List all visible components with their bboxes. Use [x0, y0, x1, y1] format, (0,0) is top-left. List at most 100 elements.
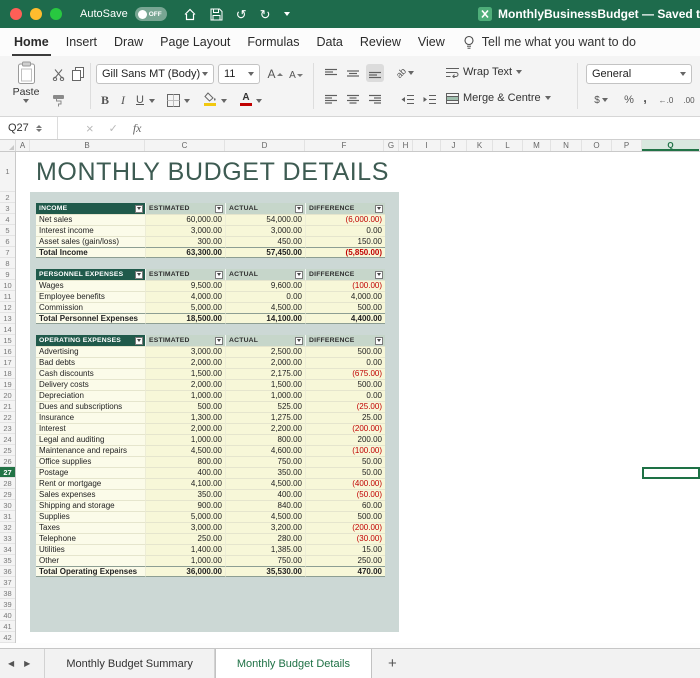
row-header-30[interactable]: 30	[0, 500, 15, 511]
row-header-36[interactable]: 36	[0, 566, 15, 577]
cell-value[interactable]: 400.00	[225, 489, 305, 500]
cell-value[interactable]: 4,000.00	[305, 291, 385, 302]
row-header-24[interactable]: 24	[0, 434, 15, 445]
cell-value[interactable]: 2,000.00	[145, 423, 225, 434]
redo-icon[interactable]: ↻	[260, 8, 271, 21]
toolbar-chevron-icon[interactable]	[283, 12, 290, 16]
cell-value[interactable]: 1,000.00	[225, 390, 305, 401]
cell-value[interactable]: 57,450.00	[225, 247, 305, 258]
cell-value[interactable]: 350.00	[225, 467, 305, 478]
cell-value[interactable]: (200.00)	[305, 423, 385, 434]
merge-centre-button[interactable]: Merge & Centre	[446, 92, 551, 104]
align-top-button[interactable]	[322, 64, 340, 82]
column-header-K[interactable]: K	[467, 140, 493, 151]
row-header-33[interactable]: 33	[0, 533, 15, 544]
column-header-P[interactable]: P	[612, 140, 642, 151]
filter-dropdown-icon[interactable]	[295, 204, 303, 213]
ribbon-tab-view[interactable]: View	[416, 28, 447, 56]
column-header-B[interactable]: B	[30, 140, 145, 151]
column-header-N[interactable]: N	[551, 140, 582, 151]
cell-value[interactable]: (50.00)	[305, 489, 385, 500]
filter-dropdown-icon[interactable]	[135, 204, 143, 213]
column-header-D[interactable]: D	[225, 140, 305, 151]
column-header-G[interactable]: G	[384, 140, 399, 151]
row-header-21[interactable]: 21	[0, 401, 15, 412]
row-header-10[interactable]: 10	[0, 280, 15, 291]
row-header-23[interactable]: 23	[0, 423, 15, 434]
cell-value[interactable]: 500.00	[305, 379, 385, 390]
cell-label[interactable]: Interest	[36, 423, 145, 434]
decrease-indent-button[interactable]	[398, 90, 416, 108]
filter-dropdown-icon[interactable]	[295, 336, 303, 345]
minimize-window-button[interactable]	[30, 8, 42, 20]
cell-value[interactable]: 60.00	[305, 500, 385, 511]
cell-label[interactable]: Commission	[36, 302, 145, 313]
cell-value[interactable]: 5,000.00	[145, 511, 225, 522]
formula-input[interactable]	[141, 117, 700, 139]
cell-value[interactable]: 0.00	[225, 291, 305, 302]
cell-label[interactable]: Maintenance and repairs	[36, 445, 145, 456]
cell-value[interactable]: 450.00	[225, 236, 305, 247]
font-color-button[interactable]: A	[238, 91, 254, 107]
column-header-C[interactable]: C	[145, 140, 225, 151]
ribbon-tab-review[interactable]: Review	[358, 28, 403, 56]
row-header-22[interactable]: 22	[0, 412, 15, 423]
cell-label[interactable]: Telephone	[36, 533, 145, 544]
cell-value[interactable]: 4,500.00	[145, 445, 225, 456]
cell-value[interactable]: 9,500.00	[145, 280, 225, 291]
cell-value[interactable]: 1,400.00	[145, 544, 225, 555]
row-header-5[interactable]: 5	[0, 225, 15, 236]
filter-dropdown-icon[interactable]	[375, 270, 383, 279]
cell-value[interactable]: 1,300.00	[145, 412, 225, 423]
row-header-34[interactable]: 34	[0, 544, 15, 555]
cell-label[interactable]: Other	[36, 555, 145, 566]
borders-button[interactable]	[166, 93, 181, 108]
align-middle-button[interactable]	[344, 64, 362, 82]
cell-value[interactable]: 3,000.00	[225, 225, 305, 236]
cell-value[interactable]: 0.00	[305, 390, 385, 401]
cell-label[interactable]: Delivery costs	[36, 379, 145, 390]
save-icon[interactable]	[210, 8, 223, 21]
filter-dropdown-icon[interactable]	[375, 336, 383, 345]
cell-value[interactable]: 500.00	[305, 302, 385, 313]
font-color-chevron-icon[interactable]	[256, 99, 262, 103]
cell-value[interactable]: 4,500.00	[225, 511, 305, 522]
cell-value[interactable]: 14,100.00	[225, 313, 305, 324]
cell-value[interactable]: 4,600.00	[225, 445, 305, 456]
sheet-canvas[interactable]: MONTHLY BUDGET DETAILS INCOME ESTIMATED AC…	[16, 152, 700, 643]
cell-value[interactable]: 400.00	[145, 467, 225, 478]
percent-style-button[interactable]: %	[622, 92, 636, 108]
cell-value[interactable]: 0.00	[305, 357, 385, 368]
filter-dropdown-icon[interactable]	[135, 270, 143, 279]
row-header-37[interactable]: 37	[0, 577, 15, 588]
cell-label[interactable]: Total Operating Expenses	[36, 566, 145, 577]
align-right-button[interactable]	[366, 90, 384, 108]
row-header-41[interactable]: 41	[0, 621, 15, 632]
cell-label[interactable]: Cash discounts	[36, 368, 145, 379]
row-header-42[interactable]: 42	[0, 632, 15, 643]
enter-button[interactable]: ✓	[109, 122, 118, 135]
row-header-27[interactable]: 27	[0, 467, 15, 478]
cell-value[interactable]: (100.00)	[305, 445, 385, 456]
filter-dropdown-icon[interactable]	[215, 204, 223, 213]
cell-value[interactable]: 2,200.00	[225, 423, 305, 434]
cell-value[interactable]: 900.00	[145, 500, 225, 511]
cell-value[interactable]: 1,500.00	[225, 379, 305, 390]
row-header-32[interactable]: 32	[0, 522, 15, 533]
cell-value[interactable]: 36,000.00	[145, 566, 225, 577]
increase-font-button[interactable]: A	[266, 65, 284, 83]
cell-value[interactable]: 750.00	[225, 456, 305, 467]
cell-value[interactable]: (400.00)	[305, 478, 385, 489]
cell-label[interactable]: Shipping and storage	[36, 500, 145, 511]
ribbon-tab-insert[interactable]: Insert	[64, 28, 99, 56]
cell-value[interactable]: 1,500.00	[145, 368, 225, 379]
filter-dropdown-icon[interactable]	[135, 336, 143, 345]
accounting-format-button[interactable]: $	[588, 92, 614, 108]
cell-value[interactable]: (100.00)	[305, 280, 385, 291]
cell-label[interactable]: Supplies	[36, 511, 145, 522]
cell-value[interactable]: 470.00	[305, 566, 385, 577]
ribbon-tab-data[interactable]: Data	[314, 28, 344, 56]
cell-value[interactable]: 54,000.00	[225, 214, 305, 225]
cell-label[interactable]: Total Personnel Expenses	[36, 313, 145, 324]
cell-value[interactable]: 2,500.00	[225, 346, 305, 357]
